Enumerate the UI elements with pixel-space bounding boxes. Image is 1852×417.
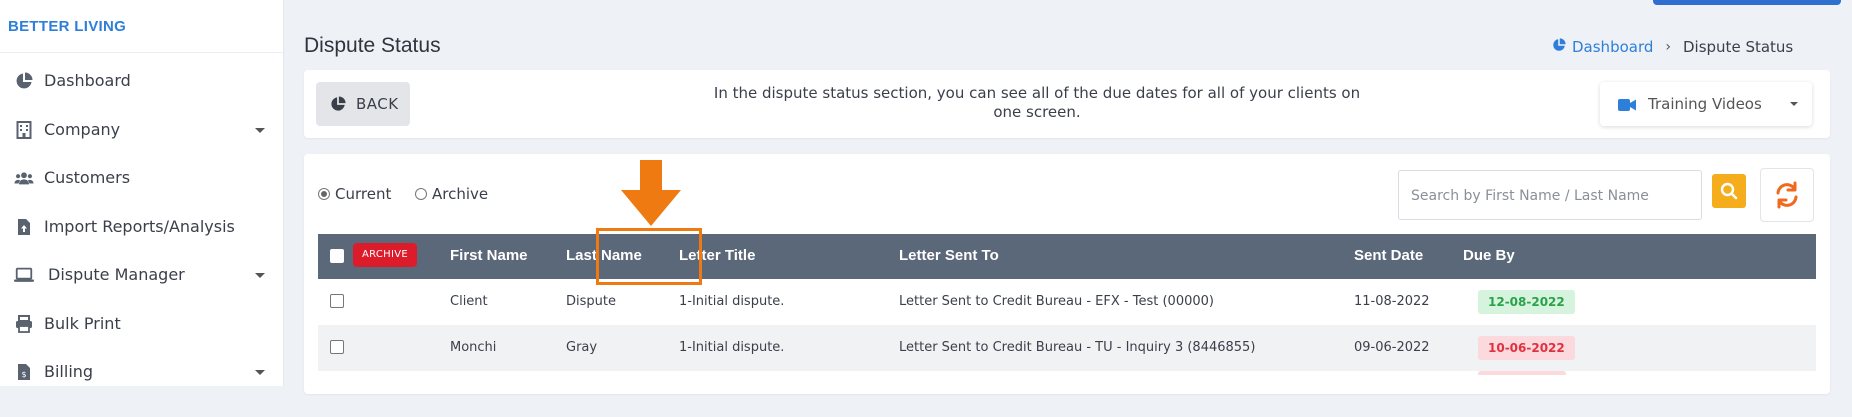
row-checkbox[interactable]: [330, 294, 344, 308]
due-date-badge: 12-08-2022: [1478, 290, 1575, 314]
breadcrumb-current: Dispute Status: [1683, 38, 1794, 56]
filter-current-label: Current: [335, 185, 392, 203]
pie-chart-icon: [1552, 38, 1566, 56]
table-row[interactable]: [318, 371, 1816, 417]
training-videos-label: Training Videos: [1648, 95, 1762, 113]
due-date-badge: 10-06-2022: [1478, 336, 1575, 360]
search-box: [1398, 170, 1702, 220]
building-icon: [14, 120, 34, 140]
sidebar-item-label: Company: [44, 120, 121, 139]
annotation-arrow-icon: [621, 160, 681, 226]
sidebar-item-label: Import Reports/Analysis: [44, 217, 235, 236]
cell-sent-date: 11-08-2022: [1354, 294, 1430, 309]
chevron-right-icon: ›: [1665, 39, 1671, 55]
sidebar-item-bulk-print[interactable]: Bulk Print: [0, 304, 283, 344]
file-upload-icon: [14, 217, 34, 237]
sidebar-item-label: Dispute Manager: [48, 265, 185, 284]
pie-chart-icon: [330, 96, 346, 112]
refresh-icon: [1776, 181, 1798, 209]
info-card: BACK In the dispute status section, you …: [304, 70, 1830, 138]
sidebar: BETTER LIVING Dashboard Company Customer…: [0, 0, 284, 386]
search-button[interactable]: [1712, 174, 1746, 208]
table-row[interactable]: Monchi Gray 1-Initial dispute. Letter Se…: [318, 325, 1816, 371]
cell-letter-sent-to: Letter Sent to Credit Bureau - TU - Inqu…: [899, 340, 1256, 355]
filter-archive-label: Archive: [432, 185, 489, 203]
brand-header: BETTER LIVING: [0, 0, 283, 53]
column-header-first-name[interactable]: First Name: [450, 247, 528, 264]
column-header-sent-date[interactable]: Sent Date: [1354, 247, 1423, 264]
sidebar-item-label: Billing: [44, 362, 94, 381]
search-input[interactable]: [1409, 183, 1657, 209]
chevron-down-icon: [255, 128, 265, 133]
breadcrumb: Dashboard › Dispute Status: [1552, 37, 1793, 57]
filter-archive-radio[interactable]: Archive: [415, 184, 488, 204]
brand-name[interactable]: BETTER LIVING: [8, 18, 126, 35]
sidebar-item-dispute-manager[interactable]: Dispute Manager: [0, 255, 283, 295]
select-all-checkbox[interactable]: [330, 249, 344, 263]
dispute-table-card: Current Archive ARCHIVE First Name Last …: [304, 154, 1830, 394]
sidebar-item-customers[interactable]: Customers: [0, 158, 283, 198]
cell-letter-title: 1-Initial dispute.: [679, 294, 785, 309]
search-icon: [1720, 182, 1738, 200]
refresh-button[interactable]: [1760, 168, 1814, 222]
breadcrumb-dashboard-link[interactable]: Dashboard: [1572, 38, 1653, 56]
invoice-icon: $: [14, 362, 34, 382]
cell-last-name: Dispute: [566, 294, 616, 309]
chevron-down-icon: [255, 370, 265, 375]
due-date-badge: [1478, 371, 1566, 375]
cell-first-name: Monchi: [450, 340, 497, 355]
info-text: In the dispute status section, you can s…: [713, 84, 1361, 121]
sidebar-item-import-reports[interactable]: Import Reports/Analysis: [0, 207, 283, 247]
cell-last-name: Gray: [566, 340, 598, 355]
sidebar-item-company[interactable]: Company: [0, 110, 283, 150]
back-button-label: BACK: [356, 95, 399, 113]
table-row[interactable]: Client Dispute 1-Initial dispute. Letter…: [318, 279, 1816, 325]
pie-chart-icon: [14, 71, 34, 91]
sidebar-item-dashboard[interactable]: Dashboard: [0, 61, 283, 101]
laptop-icon: [14, 265, 34, 285]
back-button[interactable]: BACK: [316, 82, 410, 126]
sidebar-item-billing[interactable]: $ Billing: [0, 352, 283, 392]
video-camera-icon: [1618, 97, 1636, 111]
printer-icon: [14, 314, 34, 334]
column-header-due-by[interactable]: Due By: [1463, 247, 1515, 264]
chevron-down-icon: [255, 273, 265, 278]
sidebar-item-label: Customers: [44, 168, 131, 187]
sidebar-item-label: Bulk Print: [44, 314, 121, 333]
annotation-highlight-box: [596, 228, 702, 285]
top-right-button-edge[interactable]: [1653, 0, 1841, 5]
svg-text:$: $: [21, 370, 26, 379]
cell-letter-sent-to: Letter Sent to Credit Bureau - EFX - Tes…: [899, 294, 1214, 309]
page-title: Dispute Status: [304, 34, 441, 57]
row-checkbox[interactable]: [330, 340, 344, 354]
column-header-letter-sent-to[interactable]: Letter Sent To: [899, 247, 999, 264]
cell-first-name: Client: [450, 294, 488, 309]
table-header: ARCHIVE First Name Last Name Letter Titl…: [318, 234, 1816, 279]
users-icon: [14, 168, 34, 188]
radio-selected-icon[interactable]: [318, 188, 330, 200]
sidebar-item-label: Dashboard: [44, 71, 131, 90]
cell-sent-date: 09-06-2022: [1354, 340, 1430, 355]
cell-letter-title: 1-Initial dispute.: [679, 340, 785, 355]
filter-current-radio[interactable]: Current: [318, 184, 391, 204]
chevron-down-icon: [1790, 102, 1798, 106]
archive-button[interactable]: ARCHIVE: [353, 243, 417, 267]
training-videos-dropdown[interactable]: Training Videos: [1600, 82, 1812, 126]
radio-unselected-icon[interactable]: [415, 188, 427, 200]
